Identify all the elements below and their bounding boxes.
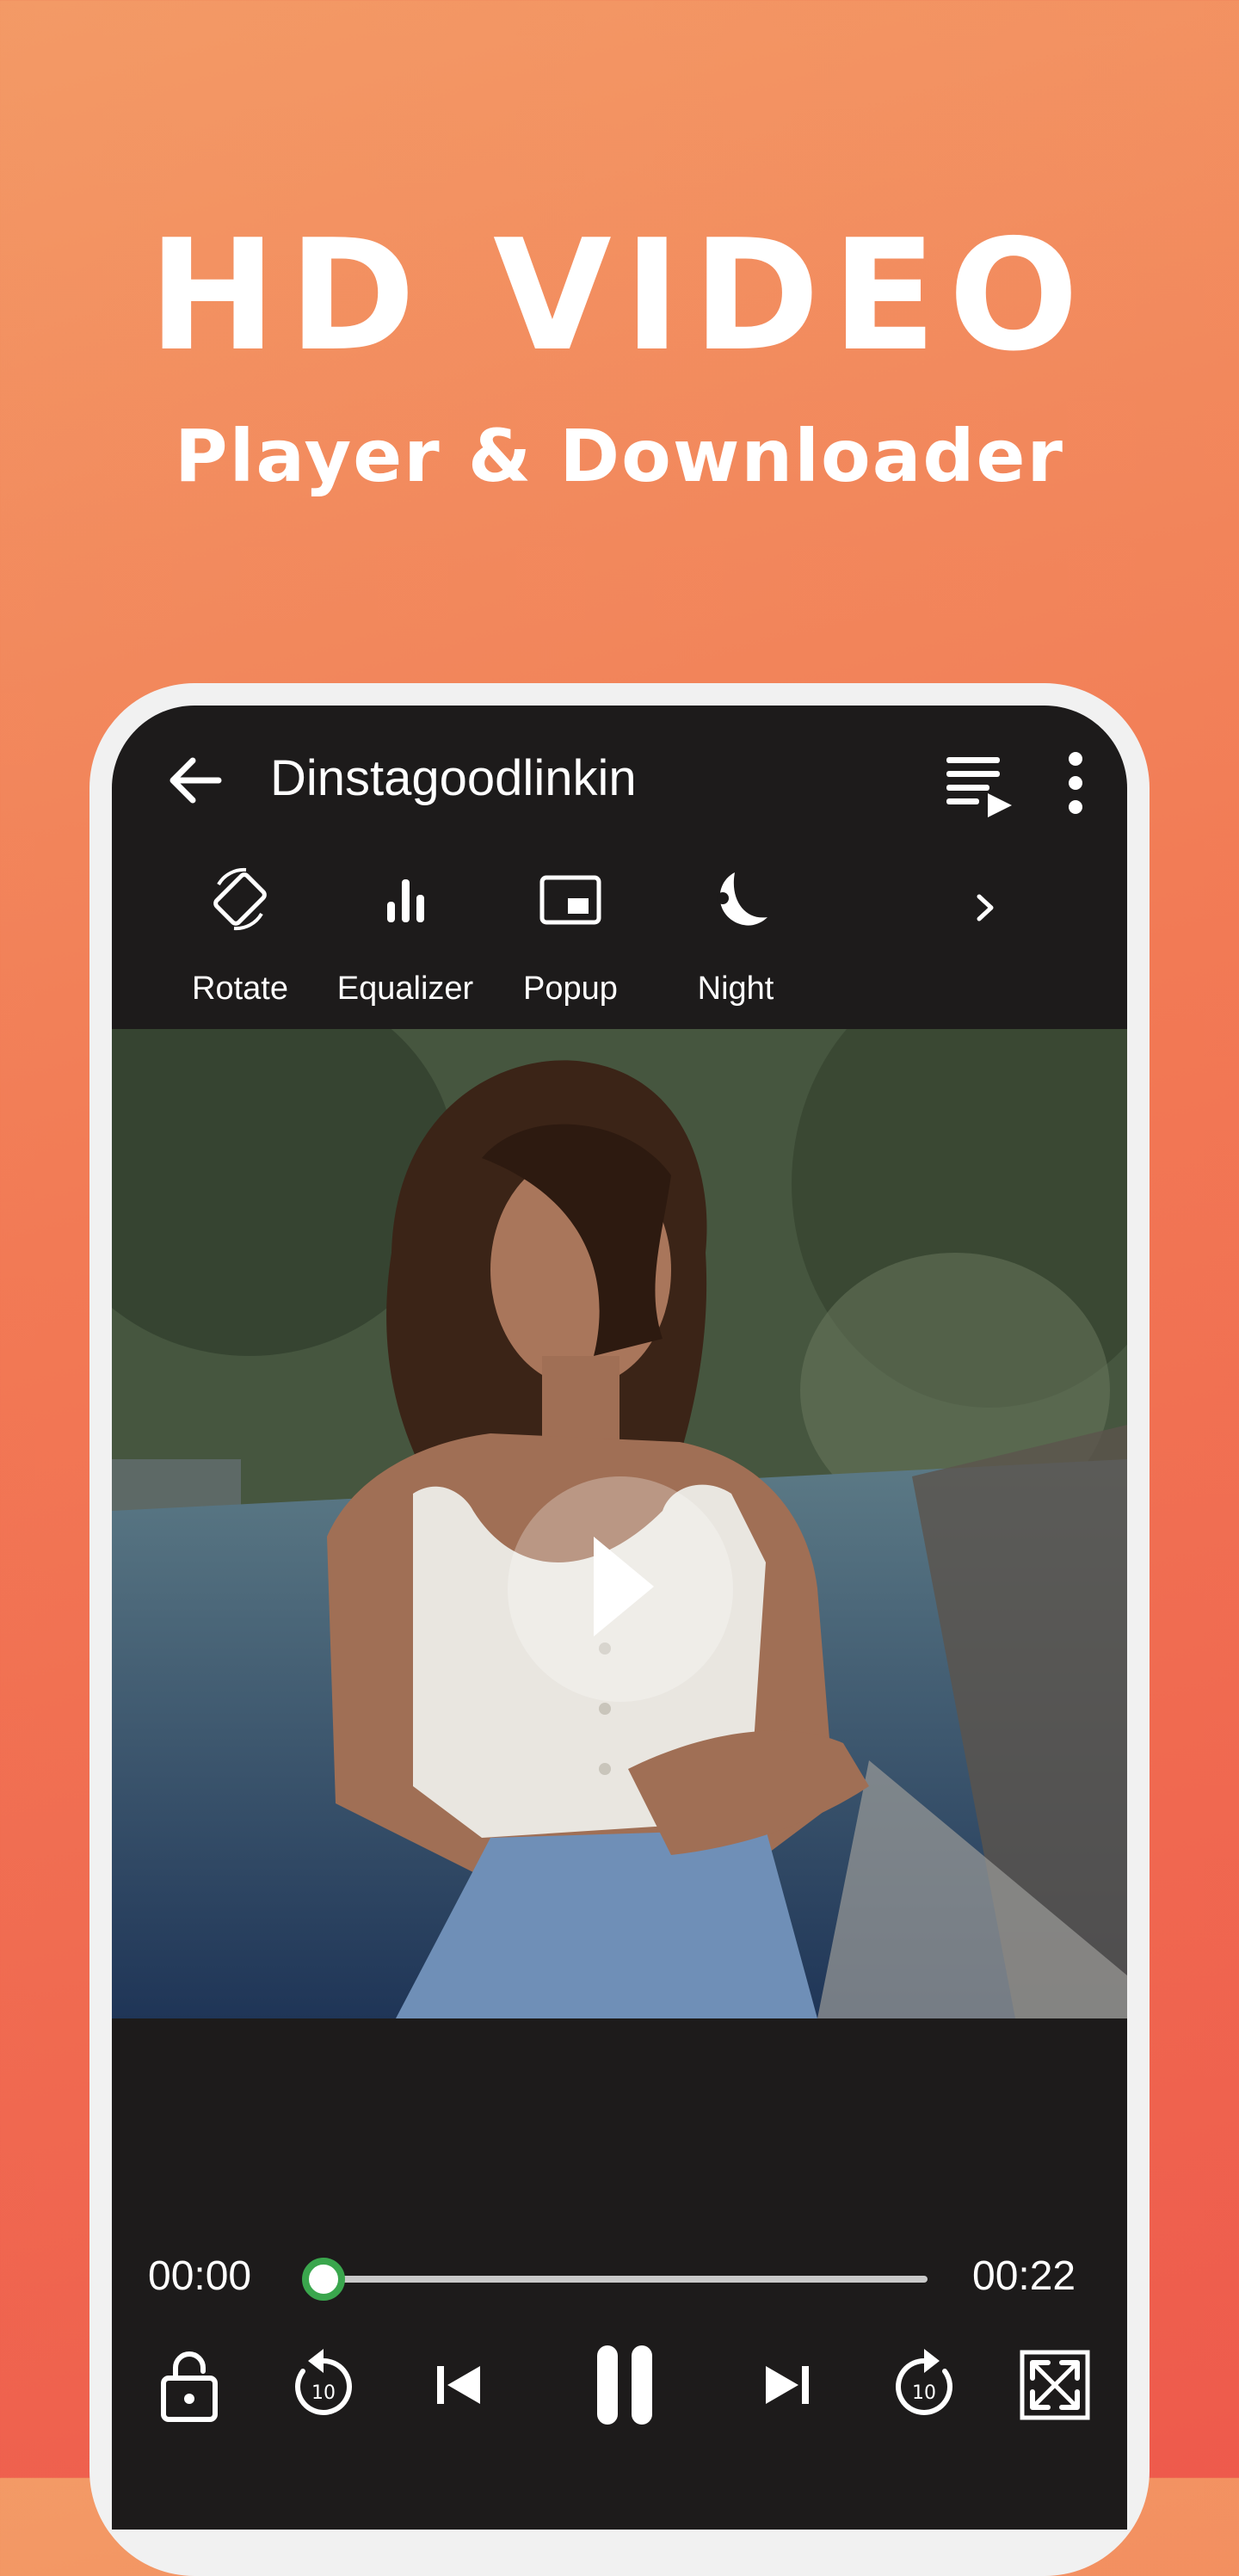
promo-headline: HD VIDEO [148, 206, 1091, 385]
current-time: 00:00 [148, 2253, 252, 2299]
tool-label-rotate: Rotate [192, 971, 288, 1007]
more-options-button[interactable] [1058, 747, 1093, 819]
tool-rotate[interactable]: Rotate [158, 860, 322, 1007]
more-tools-button[interactable] [955, 878, 1015, 938]
lock-button[interactable] [148, 2344, 231, 2426]
fullscreen-icon [1020, 2350, 1090, 2420]
video-frame[interactable] [112, 1029, 1127, 2018]
more-vert-icon [1069, 752, 1082, 814]
lock-icon [161, 2351, 218, 2422]
forward-10-button[interactable]: 10 [883, 2344, 965, 2426]
pause-icon [597, 2345, 652, 2425]
skip-next-icon [766, 2366, 809, 2404]
back-arrow-icon [170, 757, 222, 804]
replay-seconds-label: 10 [311, 2382, 336, 2404]
next-button[interactable] [745, 2344, 828, 2426]
pause-button[interactable] [571, 2332, 678, 2438]
video-title: Dinstagoodlinkin [270, 750, 637, 806]
player-app-bar: Dinstagoodlinkin [112, 706, 1127, 852]
skip-previous-icon [437, 2366, 480, 2404]
rotate-icon [213, 867, 267, 931]
tool-popup[interactable]: Popup [489, 860, 652, 1007]
player-screen: Dinstagoodlinkin Rotate Equalizer Popup … [112, 706, 1127, 2530]
equalizer-icon [387, 879, 424, 922]
seek-bar[interactable] [311, 2276, 928, 2283]
playlist-button[interactable] [943, 747, 1015, 819]
playlist-play-icon [946, 757, 1012, 817]
play-icon [594, 1537, 654, 1636]
tool-equalizer[interactable]: Equalizer [324, 860, 487, 1007]
replay-10-button[interactable]: 10 [282, 2344, 365, 2426]
chevron-right-icon [977, 894, 994, 921]
total-duration: 00:22 [972, 2253, 1076, 2299]
night-mode-icon [717, 872, 767, 926]
forward-seconds-label: 10 [912, 2382, 936, 2404]
forward-10-icon: 10 [896, 2349, 952, 2415]
tool-label-equalizer: Equalizer [336, 971, 474, 1007]
popup-icon [539, 875, 601, 925]
fullscreen-button[interactable] [1014, 2344, 1096, 2426]
tool-label-popup: Popup [523, 971, 618, 1007]
previous-button[interactable] [418, 2344, 501, 2426]
seek-thumb[interactable] [302, 2258, 345, 2301]
tool-night[interactable]: Night [654, 860, 817, 1007]
center-play-button[interactable] [508, 1476, 733, 1702]
replay-10-icon: 10 [295, 2349, 352, 2415]
tool-label-night: Night [697, 971, 774, 1007]
back-button[interactable] [165, 750, 225, 810]
promo-subheadline: Player & Downloader [175, 414, 1064, 498]
